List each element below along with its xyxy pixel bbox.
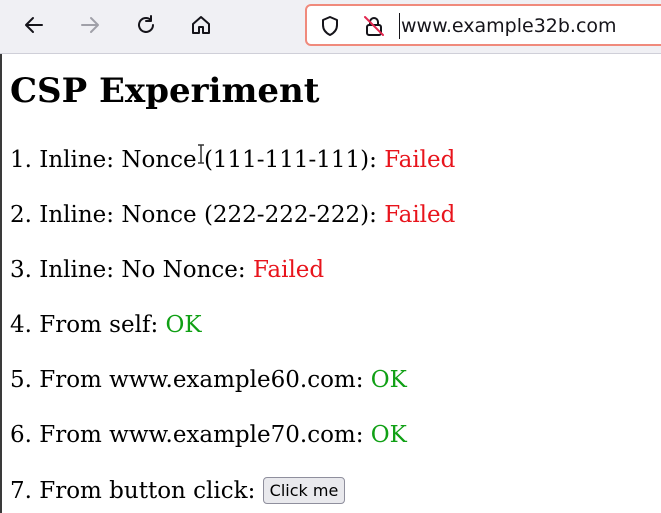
list-item: 5. From www.example60.com: OK xyxy=(10,365,407,395)
list-item: 7. From button click: Click me xyxy=(10,476,346,506)
item-label: 2. Inline: Nonce (222-222-222): xyxy=(10,202,385,228)
list-item: 2. Inline: Nonce (222-222-222): Failed xyxy=(10,200,455,230)
forward-button[interactable] xyxy=(75,10,105,40)
list-item: 6. From www.example70.com: OK xyxy=(10,420,407,450)
list-item: 4. From self: OK xyxy=(10,310,202,340)
item-label: 4. From self: xyxy=(10,312,166,338)
status-ok: OK xyxy=(370,367,407,393)
shield-icon[interactable] xyxy=(319,15,341,37)
home-icon xyxy=(192,16,210,34)
status-ok: OK xyxy=(165,312,202,338)
item-label: 3. Inline: No Nonce: xyxy=(10,257,253,283)
url-bar[interactable]: www.example32b.com xyxy=(305,4,661,46)
back-button[interactable] xyxy=(19,10,49,40)
url-text[interactable]: www.example32b.com xyxy=(401,14,617,38)
status-failed: Failed xyxy=(252,257,325,283)
arrow-right-icon xyxy=(81,17,99,33)
status-failed: Failed xyxy=(384,202,456,228)
click-me-button[interactable]: Click me xyxy=(262,476,346,504)
item-label: 6. From www.example70.com: xyxy=(10,422,371,448)
text-caret xyxy=(399,13,400,39)
reload-icon xyxy=(138,15,154,33)
text-cursor-icon xyxy=(198,144,204,164)
home-button[interactable] xyxy=(186,10,216,40)
insecure-lock-icon[interactable] xyxy=(363,15,385,37)
list-item: 1. Inline: Nonce (111-111-111): Failed xyxy=(10,145,455,175)
item-label: 5. From www.example60.com: xyxy=(10,367,371,393)
page-title: CSP Experiment xyxy=(10,71,320,111)
reload-button[interactable] xyxy=(131,10,161,40)
status-failed: Failed xyxy=(384,147,456,173)
window-edge xyxy=(0,54,2,513)
list-item: 3. Inline: No Nonce: Failed xyxy=(10,255,324,285)
status-ok: OK xyxy=(370,422,407,448)
browser-toolbar: www.example32b.com xyxy=(0,0,661,54)
item-label: 7. From button click: xyxy=(10,478,263,504)
arrow-left-icon xyxy=(25,17,43,33)
